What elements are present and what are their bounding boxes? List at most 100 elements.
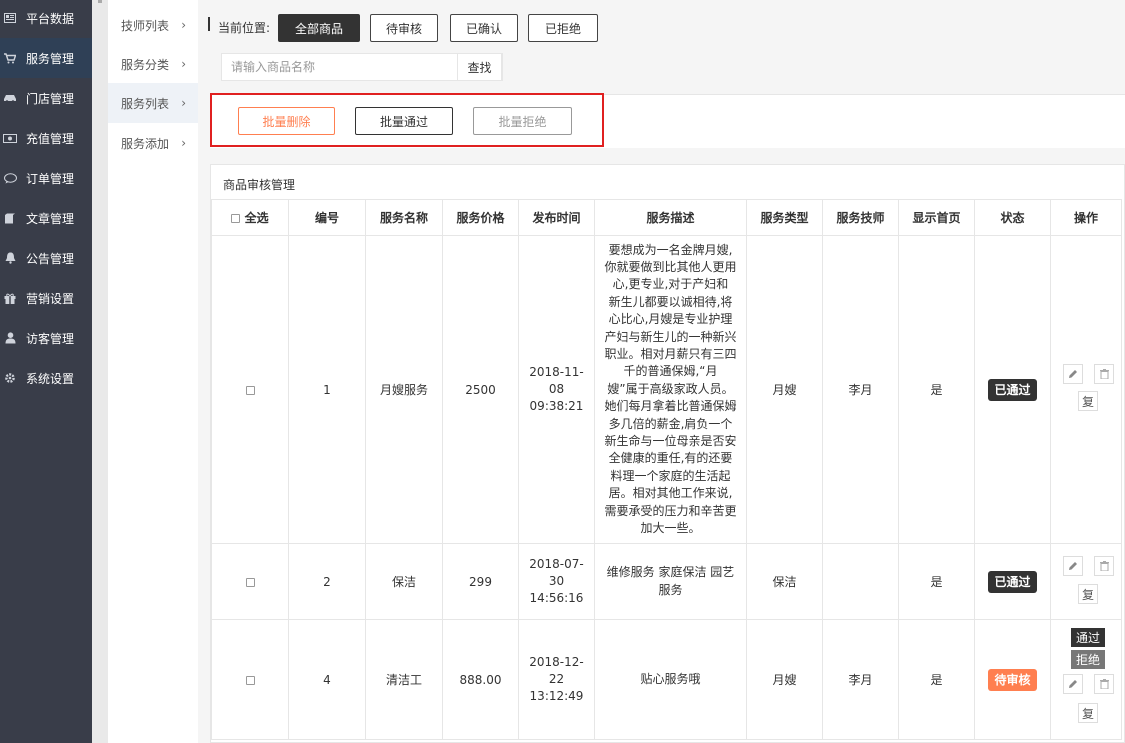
- desc-line: 料理一个家庭的生活起: [610, 468, 731, 483]
- sidebar-item-label: 门店管理: [26, 91, 75, 106]
- sidebar-item-label: 访客管理: [26, 331, 75, 346]
- cell-time: 2018-07- 30 14:56:16: [518, 543, 595, 620]
- sidebar-item-recharge-management[interactable]: 充值管理: [0, 118, 92, 158]
- money-icon: [0, 133, 22, 143]
- sidebar-item-platform-data[interactable]: 平台数据: [0, 0, 92, 38]
- sidebar-item-label: 系统设置: [26, 371, 75, 386]
- sidebar-scrollbar[interactable]: [92, 0, 108, 743]
- time-line: 2018-07-: [529, 557, 584, 571]
- sidebar-item-marketing-settings[interactable]: 营销设置: [0, 278, 92, 318]
- cell-id: 1: [288, 235, 366, 544]
- scroll-handle[interactable]: [98, 0, 102, 3]
- tab-all-products[interactable]: 全部商品: [278, 14, 360, 42]
- time-line: 2018-12-: [529, 655, 584, 669]
- search-button[interactable]: 查找: [457, 53, 502, 81]
- submenu-item-service-add[interactable]: 服务添加 ›: [108, 123, 198, 163]
- sidebar-item-order-management[interactable]: 订单管理: [0, 158, 92, 198]
- pass-button[interactable]: 通过: [1071, 628, 1106, 647]
- trash-icon: [1099, 561, 1109, 571]
- user-icon: [0, 332, 22, 344]
- pencil-icon: [1069, 370, 1077, 378]
- breadcrumb-marker: [208, 17, 210, 31]
- trash-icon: [1099, 369, 1109, 379]
- select-all-checkbox[interactable]: [231, 214, 241, 223]
- submenu-item-label: 服务分类: [121, 57, 170, 72]
- sidebar-item-store-management[interactable]: 门店管理: [0, 78, 92, 118]
- select-all-header[interactable]: 全选: [211, 199, 289, 236]
- column-header: 服务名称: [365, 199, 443, 236]
- status-badge: 已通过: [988, 570, 1037, 593]
- status-badge: 已通过: [988, 378, 1037, 401]
- sidebar-item-article-management[interactable]: 文章管理: [0, 198, 92, 238]
- cell-technician: [822, 543, 899, 620]
- edit-button[interactable]: [1063, 364, 1083, 384]
- submenu-item-service-category[interactable]: 服务分类 ›: [108, 44, 198, 84]
- row-checkbox[interactable]: [245, 577, 255, 587]
- restore-button[interactable]: 复: [1078, 584, 1098, 604]
- batch-reject-button[interactable]: 批量拒绝: [473, 107, 572, 135]
- edit-button[interactable]: [1063, 674, 1083, 694]
- column-header: 服务技师: [822, 199, 899, 236]
- tab-pending[interactable]: 待审核: [370, 14, 438, 42]
- sidebar-item-service-management[interactable]: 服务管理: [0, 38, 92, 78]
- column-header: 服务价格: [442, 199, 519, 236]
- restore-button[interactable]: 复: [1078, 703, 1098, 723]
- chevron-right-icon: ›: [181, 136, 186, 150]
- restore-button[interactable]: 复: [1078, 391, 1098, 411]
- search-input[interactable]: [222, 54, 459, 80]
- cell-price: 2500: [442, 235, 519, 544]
- row-checkbox[interactable]: [245, 675, 255, 685]
- sidebar-item-visitor-management[interactable]: 访客管理: [0, 318, 92, 358]
- dashboard-icon: [0, 13, 22, 23]
- tab-confirmed[interactable]: 已确认: [450, 14, 518, 42]
- status-badge: 待审核: [988, 668, 1037, 691]
- time-line: 30: [548, 574, 565, 588]
- cell-technician: 李月: [822, 235, 899, 544]
- cell-status: 已通过: [974, 543, 1051, 620]
- time-line: 09:38:21: [529, 399, 584, 413]
- desc-line: 加大一些。: [640, 521, 701, 536]
- table-row: 4 清洁工 888.00 2018-12- 22 13:12:49 贴心服务哦 …: [211, 619, 1122, 740]
- cell-show-home: 是: [898, 619, 975, 740]
- column-header: 服务描述: [594, 199, 747, 236]
- delete-button[interactable]: [1094, 674, 1114, 694]
- row-checkbox[interactable]: [245, 385, 255, 395]
- cell-name: 月嫂服务: [365, 235, 443, 544]
- desc-line: 千的普通保姆,“月: [623, 364, 718, 379]
- desc-line: 多几倍的薪金,肩负一个: [608, 416, 733, 431]
- sidebar-item-label: 充值管理: [26, 131, 75, 146]
- submenu-item-technician-list[interactable]: 技师列表 ›: [108, 5, 198, 45]
- edit-button[interactable]: [1063, 556, 1083, 576]
- desc-line: 新生命与一位母亲是否安: [604, 434, 737, 449]
- cell-description: 维修服务 家庭保洁 园艺 服务: [594, 543, 747, 620]
- tab-rejected[interactable]: 已拒绝: [528, 14, 598, 42]
- sidebar-item-notice-management[interactable]: 公告管理: [0, 238, 92, 278]
- cell-status: 已通过: [974, 235, 1051, 544]
- delete-button[interactable]: [1094, 364, 1114, 384]
- desc-line: 要想成为一名金牌月嫂,: [608, 242, 733, 257]
- sidebar-item-system-settings[interactable]: 系统设置: [0, 358, 92, 398]
- desc-line: 居。相对其他工作来说,: [608, 486, 733, 501]
- row-select-cell[interactable]: [211, 619, 289, 740]
- delete-button[interactable]: [1094, 556, 1114, 576]
- column-header: 编号: [288, 199, 366, 236]
- chevron-right-icon: ›: [181, 57, 186, 71]
- desc-line: 产妇与新生儿的一种新兴: [604, 329, 737, 344]
- row-select-cell[interactable]: [211, 235, 289, 544]
- batch-delete-button[interactable]: 批量删除: [238, 107, 335, 135]
- cell-time: 2018-11- 08 09:38:21: [518, 235, 595, 544]
- time-line: 2018-11-: [529, 365, 584, 379]
- desc-line: 心比心,月嫂是专业护理: [608, 312, 733, 327]
- desc-line: 需要承受的压力和辛苦更: [604, 503, 737, 518]
- reject-button[interactable]: 拒绝: [1071, 650, 1106, 669]
- submenu-item-service-list[interactable]: 服务列表 ›: [108, 83, 198, 123]
- desc-line: 全健康的重任,有的还要: [608, 451, 733, 466]
- row-select-cell[interactable]: [211, 543, 289, 620]
- cell-id: 4: [288, 619, 366, 740]
- batch-pass-button[interactable]: 批量通过: [355, 107, 453, 135]
- cell-description: 要想成为一名金牌月嫂, 你就要做到比其他人更用 心,更专业,对于产妇和 新生儿都…: [594, 235, 747, 544]
- submenu: 技师列表 › 服务分类 › 服务列表 › 服务添加 ›: [108, 0, 198, 743]
- desc-line: 心,更专业,对于产妇和: [612, 277, 729, 292]
- cell-operations: 复: [1050, 543, 1122, 620]
- pencil-icon: [1069, 680, 1077, 688]
